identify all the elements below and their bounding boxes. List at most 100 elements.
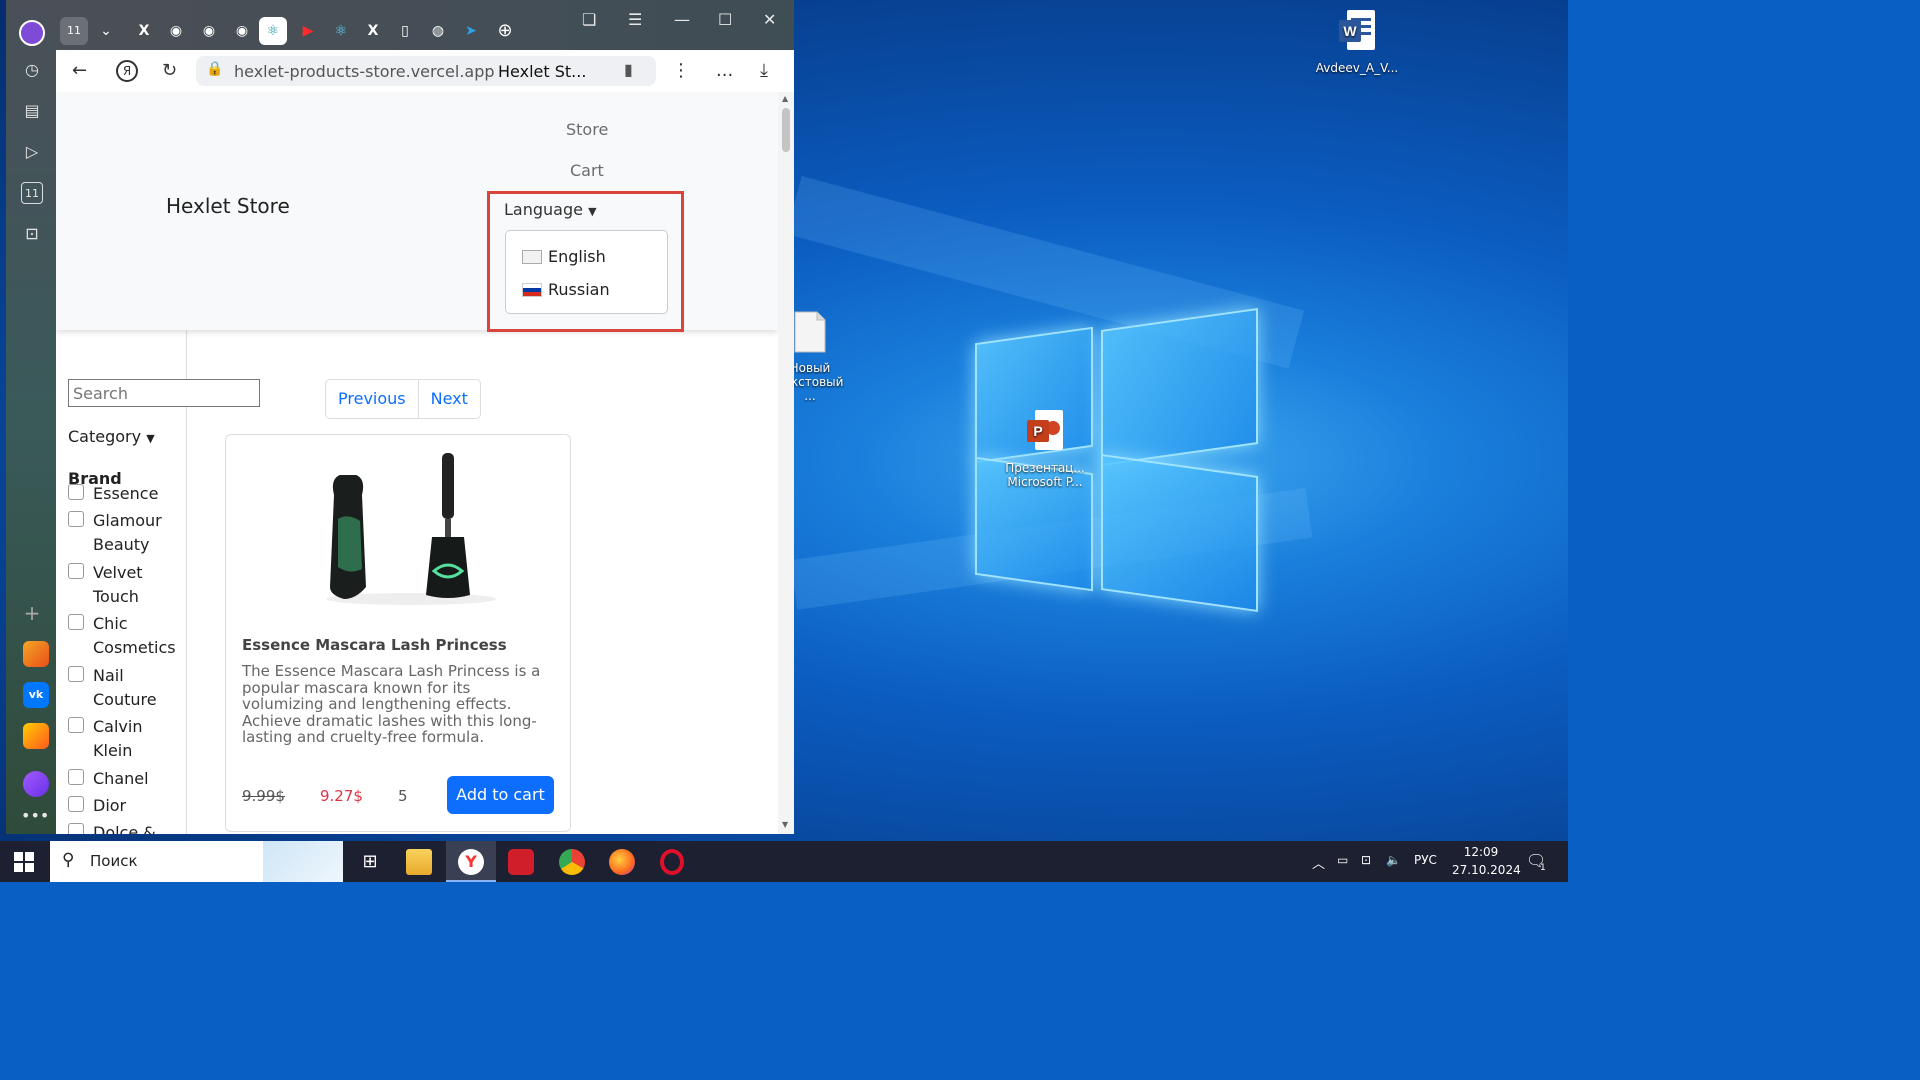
minimize-button[interactable]: — [674,10,690,29]
brand-checkbox[interactable] [68,768,84,785]
history-icon[interactable]: ◷ [21,59,43,81]
desktop-icon-word-document[interactable]: W Avdeev_A_V... [1312,8,1402,75]
language-dropdown-toggle[interactable]: Language ▼ [504,200,597,219]
product-description: The Essence Mascara Lash Princess is a p… [242,662,541,746]
scroll-down-arrow-icon[interactable]: ▼ [782,820,788,829]
language-option-english[interactable]: English [522,247,606,266]
tab-telegram-icon[interactable]: ➤ [457,17,485,45]
close-window-button[interactable]: ✕ [763,10,776,29]
new-tab-button[interactable]: ⊕ [491,17,519,45]
more-icon[interactable]: ••• [21,805,49,827]
file-explorer-icon[interactable] [406,849,432,875]
tab-group-badge[interactable]: 11 [60,17,88,45]
start-button[interactable] [14,852,34,872]
tab-globe-icon[interactable]: ◍ [424,17,452,45]
word-icon: W [1339,10,1375,50]
tab-x-icon[interactable]: X [130,17,158,45]
add-panel-icon[interactable]: + [21,602,43,624]
language-option-russian[interactable]: Russian [522,280,610,299]
search-highlight-image [263,841,343,882]
scroll-thumb[interactable] [782,108,790,152]
profile-avatar[interactable] [19,20,45,46]
category-dropdown[interactable]: Category ▼ [68,427,155,446]
extensions-more[interactable]: ... [716,60,733,81]
bookmark-icon[interactable]: ▮ [624,60,633,79]
nav-cart-link[interactable]: Cart [570,161,604,180]
brand-filter-item[interactable]: Dolce & [68,821,188,834]
mail-app-icon[interactable] [23,723,49,749]
maximize-button[interactable]: ☐ [718,10,732,29]
desktop-icon-powerpoint[interactable]: P Презентац... Microsoft P... [1000,408,1090,489]
tray-overflow-chevron-icon[interactable]: ︿ [1312,853,1325,872]
next-page-button[interactable]: Next [417,380,480,418]
previous-page-button[interactable]: Previous [326,380,418,418]
brand-label: Calvin [93,717,143,736]
tab-react-icon[interactable]: ⚛ [327,17,355,45]
brand-filter-item[interactable]: Essence [68,482,188,506]
downloads-icon[interactable]: ⤓ [760,60,768,81]
scroll-up-arrow-icon[interactable]: ▲ [782,94,788,103]
menu-icon[interactable]: ☰ [628,10,642,29]
tab-react-icon-active[interactable]: ⚛ [259,17,287,45]
taskbar-search-box[interactable]: ⚲ Поиск [50,841,343,882]
caret-down-icon: ▼ [588,205,597,218]
back-button[interactable]: ← [72,60,87,81]
input-language[interactable]: РУС [1414,853,1437,867]
tab-github-icon[interactable]: ◉ [195,17,223,45]
yandex-browser-icon[interactable]: Y [458,849,484,875]
tab-document-icon[interactable]: ▯ [391,17,419,45]
brand-filter-item[interactable]: Velvet Touch [68,561,188,609]
opera-icon[interactable] [660,849,684,875]
brand-label: Beauty [93,535,150,554]
page-scrollbar[interactable]: ▲ ▼ [778,92,794,834]
recorder-app-icon[interactable] [508,849,534,875]
brand-checkbox[interactable] [68,717,84,733]
collections-icon[interactable]: ▤ [21,100,43,122]
brand-filter-item[interactable]: Nail Couture [68,664,188,712]
tab-github-icon[interactable]: ◉ [228,17,256,45]
brand-checkbox[interactable] [68,665,84,682]
chrome-icon[interactable] [559,849,585,875]
reload-icon[interactable]: ↻ [162,60,177,81]
product-image [326,453,496,605]
brand-label: Cosmetics [93,638,176,657]
add-to-cart-button[interactable]: Add to cart [447,776,554,814]
brand-checkbox[interactable] [68,822,84,834]
brand-filter-item[interactable]: Glamour Beauty [68,509,188,557]
battery-icon[interactable]: ▭ [1337,853,1348,867]
tab-github-icon[interactable]: ◉ [162,17,190,45]
vk-icon[interactable]: vk [23,682,49,708]
tab-youtube-icon[interactable]: ▶ [294,17,322,45]
brand-filter-item[interactable]: Calvin Klein [68,715,188,763]
product-card: Essence Mascara Lash Princess The Essenc… [225,434,571,832]
yandex-home-icon[interactable]: Я [116,60,138,82]
brand-filter-item[interactable]: Chanel [68,767,188,791]
firefox-icon[interactable] [609,849,635,875]
volume-icon[interactable]: 🔈 [1386,853,1401,867]
tab-x-icon[interactable]: X [359,17,387,45]
brand-filter-item[interactable]: Chic Cosmetics [68,612,188,660]
search-input[interactable] [68,379,260,407]
bookmarks-panel-icon[interactable]: ❏ [582,10,596,29]
brand-checkbox[interactable] [68,614,84,630]
task-view-icon[interactable]: ⊞ [357,849,383,875]
network-icon[interactable]: ⊡ [1361,853,1371,867]
brand-filter-item[interactable]: Dior [68,794,188,818]
store-brand[interactable]: Hexlet Store [166,194,290,218]
brand-checkbox[interactable] [68,562,84,579]
app-icon-orange[interactable] [23,641,49,667]
brand-checkbox[interactable] [68,511,84,527]
tab-counter-icon[interactable]: 11 [21,182,43,204]
alice-icon[interactable] [23,771,49,797]
clock[interactable]: 12:09 27.10.2024 [1452,845,1521,877]
nav-store-link[interactable]: Store [566,120,608,139]
browser-window: ← Я ↻ 🔒 hexlet-products-store.vercel.app… [56,50,794,834]
brand-checkbox[interactable] [68,795,84,812]
tab-list-chevron-icon[interactable]: ⌄ [92,17,120,45]
brand-checkbox[interactable] [68,484,84,500]
screenshot-icon[interactable]: ⊡ [21,223,43,245]
play-icon[interactable]: ▷ [21,141,43,163]
kebab-menu-icon[interactable]: ⋮ [672,60,690,81]
address-bar[interactable]: 🔒 hexlet-products-store.vercel.app Hexle… [196,56,656,86]
filters-sidebar: Category ▼ Brand EssenceGlamourBeautyVel… [56,330,260,834]
